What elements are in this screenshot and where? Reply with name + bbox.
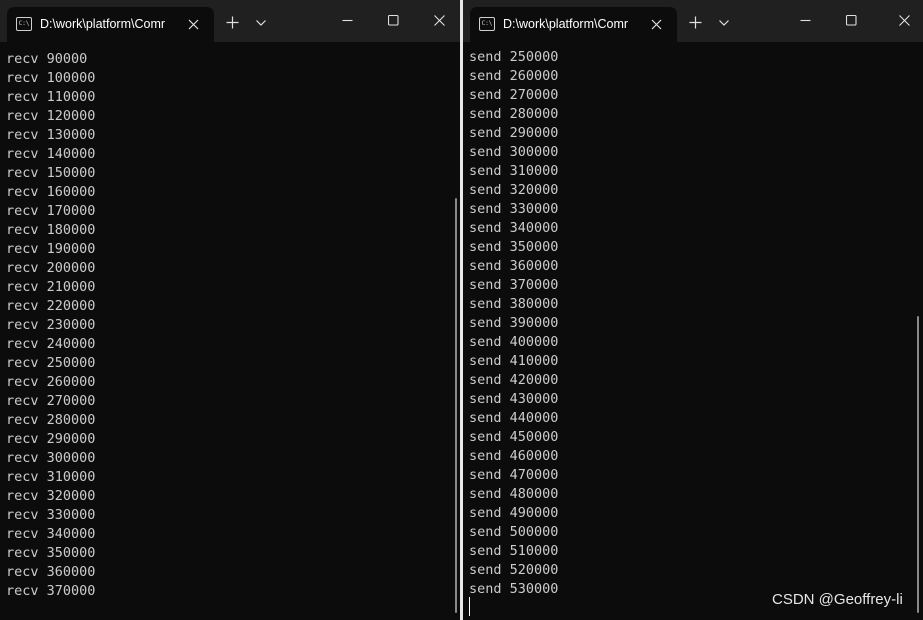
- chevron-down-icon: [719, 20, 729, 26]
- console-line: send 510000: [469, 543, 559, 559]
- console-line: send 290000: [469, 125, 559, 141]
- console-output[interactable]: send 250000 send 260000 send 270000 send 28…: [469, 48, 909, 620]
- minimize-button[interactable]: [790, 6, 820, 34]
- close-icon: [433, 14, 445, 26]
- scrollbar-thumb[interactable]: [455, 198, 457, 613]
- minimize-icon: [800, 19, 810, 21]
- console-line: send 250000: [469, 49, 559, 65]
- tab-title: D:\work\platform\Comr: [40, 17, 166, 31]
- console-line: send 520000: [469, 562, 559, 578]
- console-line: recv 230000: [6, 317, 96, 333]
- console-line: recv 220000: [6, 298, 96, 314]
- console-line: recv 360000: [6, 564, 96, 580]
- maximize-button[interactable]: [836, 6, 866, 34]
- console-line: send 380000: [469, 296, 559, 312]
- console-line: send 430000: [469, 391, 559, 407]
- close-icon: [898, 14, 910, 26]
- console-line: recv 160000: [6, 184, 96, 200]
- console-line: send 340000: [469, 220, 559, 236]
- console-line: recv 280000: [6, 412, 96, 428]
- close-icon: [188, 19, 198, 29]
- console-line: recv 170000: [6, 203, 96, 219]
- console-line: recv 150000: [6, 165, 96, 181]
- console-line: send 320000: [469, 182, 559, 198]
- console-line: send 480000: [469, 486, 559, 502]
- terminal-window-left: C:\ D:\work\platform\Comr recv 90000 rec…: [0, 0, 460, 620]
- tab-close-button[interactable]: [184, 15, 202, 33]
- console-line: recv 200000: [6, 260, 96, 276]
- console-line: recv 320000: [6, 488, 96, 504]
- console-line: recv 290000: [6, 431, 96, 447]
- console-line: send 310000: [469, 163, 559, 179]
- terminal-icon: C:\: [479, 17, 495, 31]
- console-line: recv 190000: [6, 241, 96, 257]
- new-tab-button[interactable]: [685, 12, 705, 32]
- new-tab-button[interactable]: [222, 12, 242, 32]
- console-line: recv 250000: [6, 355, 96, 371]
- console-line: send 360000: [469, 258, 559, 274]
- console-line: recv 270000: [6, 393, 96, 409]
- console-line: recv 90000: [6, 51, 88, 67]
- console-line: recv 310000: [6, 469, 96, 485]
- console-line: send 330000: [469, 201, 559, 217]
- console-line: recv 140000: [6, 146, 96, 162]
- tab-close-button[interactable]: [647, 15, 665, 33]
- text-cursor: [469, 597, 470, 616]
- title-bar: C:\ D:\work\platform\Comr: [463, 0, 923, 42]
- plus-icon: [226, 16, 238, 28]
- tab-dropdown-button[interactable]: [714, 13, 734, 33]
- console-line: recv 300000: [6, 450, 96, 466]
- console-line: recv 260000: [6, 374, 96, 390]
- console-line: recv 210000: [6, 279, 96, 295]
- chevron-down-icon: [256, 20, 266, 26]
- terminal-icon: C:\: [16, 17, 32, 31]
- console-line: recv 370000: [6, 583, 96, 599]
- console-output[interactable]: recv 90000 recv 100000 recv 110000 recv 120…: [6, 50, 446, 620]
- console-line: recv 180000: [6, 222, 96, 238]
- console-line: send 490000: [469, 505, 559, 521]
- console-line: send 300000: [469, 144, 559, 160]
- console-line: recv 340000: [6, 526, 96, 542]
- console-line: send 350000: [469, 239, 559, 255]
- maximize-icon: [387, 14, 399, 26]
- console-line: send 440000: [469, 410, 559, 426]
- console-line: send 450000: [469, 429, 559, 445]
- minimize-icon: [342, 19, 352, 21]
- console-line: recv 350000: [6, 545, 96, 561]
- console-line: send 410000: [469, 353, 559, 369]
- close-icon: [651, 19, 661, 29]
- console-line: send 470000: [469, 467, 559, 483]
- console-line: send 260000: [469, 68, 559, 84]
- console-line: recv 110000: [6, 89, 96, 105]
- console-line: send 370000: [469, 277, 559, 293]
- console-line: recv 120000: [6, 108, 96, 124]
- close-window-button[interactable]: [424, 6, 454, 34]
- minimize-button[interactable]: [332, 6, 362, 34]
- console-line: send 420000: [469, 372, 559, 388]
- console-line: send 280000: [469, 106, 559, 122]
- console-line: recv 240000: [6, 336, 96, 352]
- console-line: recv 330000: [6, 507, 96, 523]
- console-line: send 460000: [469, 448, 559, 464]
- tab-title: D:\work\platform\Comr: [503, 17, 629, 31]
- console-line: recv 100000: [6, 70, 96, 86]
- console-line: send 400000: [469, 334, 559, 350]
- console-line: send 390000: [469, 315, 559, 331]
- maximize-icon: [845, 14, 857, 26]
- console-line: send 500000: [469, 524, 559, 540]
- close-window-button[interactable]: [889, 6, 919, 34]
- console-line: recv 130000: [6, 127, 96, 143]
- console-line: send 270000: [469, 87, 559, 103]
- maximize-button[interactable]: [378, 6, 408, 34]
- tab-terminal[interactable]: C:\ D:\work\platform\Comr: [470, 7, 677, 42]
- title-bar: C:\ D:\work\platform\Comr: [0, 0, 460, 42]
- tab-terminal[interactable]: C:\ D:\work\platform\Comr: [7, 7, 214, 42]
- scrollbar-thumb[interactable]: [917, 316, 919, 613]
- watermark: CSDN @Geoffrey-li: [772, 591, 903, 608]
- plus-icon: [689, 16, 701, 28]
- tab-dropdown-button[interactable]: [251, 13, 271, 33]
- terminal-window-right: C:\ D:\work\platform\Comr send 250000 se…: [463, 0, 923, 620]
